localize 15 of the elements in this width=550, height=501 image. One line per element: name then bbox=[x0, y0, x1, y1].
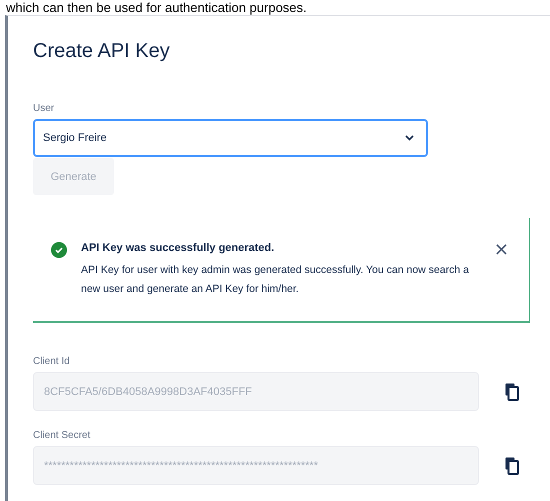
intro-text: which can then be used for authentication purposes. bbox=[6, 0, 307, 15]
chevron-down-icon bbox=[405, 135, 414, 141]
close-button[interactable]: × bbox=[494, 242, 509, 258]
readonly-field[interactable]: **************************************************************** bbox=[33, 446, 479, 485]
dialog-title: Create API Key bbox=[33, 39, 170, 64]
check-circle-icon bbox=[51, 242, 67, 258]
user-select[interactable]: Sergio Freire bbox=[33, 119, 428, 157]
copy-icon[interactable] bbox=[505, 456, 519, 474]
field-label: User bbox=[33, 103, 54, 114]
readonly-field[interactable]: 8CF5CFA5/6DB4058A9998D3AF4035FFF bbox=[33, 372, 479, 411]
copy-icon[interactable] bbox=[505, 382, 519, 400]
field-label: Client Id bbox=[33, 356, 70, 367]
field-label: Client Secret bbox=[33, 430, 90, 441]
alert-message: API Key for user with key admin was generated successfully. You can now search a new user and generate an API Key for him/her. bbox=[81, 263, 470, 297]
alert-title: API Key was successfully generated. bbox=[81, 242, 274, 254]
